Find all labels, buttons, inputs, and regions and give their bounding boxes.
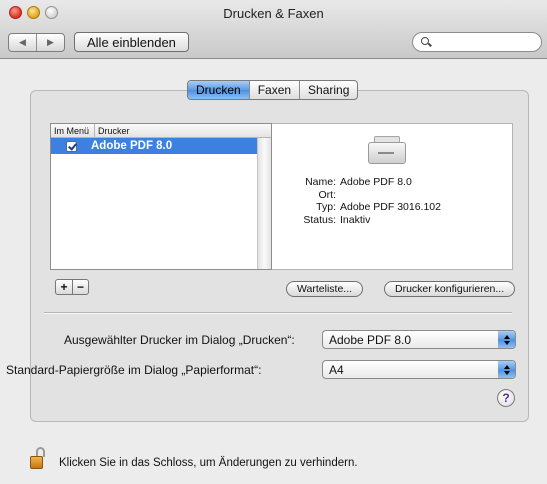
preferences-window: Drucken & Faxen ◀ ▶ Alle einblenden Druc…	[0, 0, 547, 484]
tab-sharing[interactable]: Sharing	[300, 81, 357, 99]
paper-size-label: Standard-Papiergröße im Dialog „Papierfo…	[6, 363, 262, 377]
back-forward-control: ◀ ▶	[8, 33, 65, 52]
configure-printer-button[interactable]: Drucker konfigurieren...	[384, 281, 516, 297]
in-menu-cell	[51, 140, 91, 152]
remove-printer-button[interactable]: −	[72, 279, 89, 295]
name-value: Adobe PDF 8.0	[340, 176, 412, 188]
status-label: Status:	[303, 213, 336, 226]
search-input[interactable]	[435, 35, 539, 49]
back-arrow-icon[interactable]: ◀	[9, 34, 37, 51]
selected-printer-popup[interactable]: Adobe PDF 8.0	[322, 330, 516, 349]
location-label: Ort:	[318, 188, 337, 201]
printer-info: Name: Adobe PDF 8.0 Ort: Typ: Adobe PDF 30…	[278, 176, 441, 226]
show-all-button[interactable]: Alle einblenden	[74, 32, 189, 52]
print-queue-button[interactable]: Warteliste...	[286, 281, 364, 297]
popup-arrows-icon	[498, 361, 515, 378]
printer-list-header: Im Menü Drucker	[51, 124, 271, 138]
paper-size-value: A4	[329, 362, 344, 377]
lock-icon[interactable]	[30, 447, 48, 469]
popup-arrows-icon	[498, 331, 515, 348]
divider	[44, 312, 512, 314]
add-printer-button[interactable]: +	[55, 279, 72, 295]
search-field[interactable]	[412, 32, 542, 52]
type-value: Adobe PDF 3016.102	[340, 201, 441, 213]
selected-printer-label: Ausgewählter Drucker im Dialog „Drucken“…	[64, 333, 295, 347]
name-label: Name:	[305, 176, 336, 188]
title-bar: Drucken & Faxen ◀ ▶ Alle einblenden	[0, 0, 547, 59]
type-label: Typ:	[316, 201, 336, 213]
help-button[interactable]: ?	[497, 389, 515, 407]
status-value: Inaktiv	[340, 213, 371, 226]
forward-arrow-icon[interactable]: ▶	[37, 34, 64, 51]
printer-row[interactable]: Adobe PDF 8.0	[51, 138, 271, 154]
tab-faxen[interactable]: Faxen	[250, 81, 301, 99]
selected-printer-value: Adobe PDF 8.0	[329, 332, 412, 347]
column-header-printer[interactable]: Drucker	[95, 124, 271, 137]
printer-list[interactable]: Im Menü Drucker Adobe PDF 8.0	[50, 123, 272, 270]
tab-drucken[interactable]: Drucken	[188, 81, 250, 99]
tab-bar: Drucken Faxen Sharing	[187, 80, 359, 100]
add-remove-control: + −	[55, 279, 89, 295]
printer-list-scrollbar[interactable]	[257, 138, 271, 269]
column-header-in-menu[interactable]: Im Menü	[51, 124, 95, 137]
printer-icon	[366, 134, 408, 164]
paper-size-popup[interactable]: A4	[322, 360, 516, 379]
lock-text: Klicken Sie in das Schloss, um Änderunge…	[59, 457, 358, 469]
in-menu-checkbox[interactable]	[65, 140, 77, 152]
window-title: Drucken & Faxen	[223, 6, 324, 21]
printer-name: Adobe PDF 8.0	[91, 140, 173, 152]
search-icon	[421, 37, 431, 47]
